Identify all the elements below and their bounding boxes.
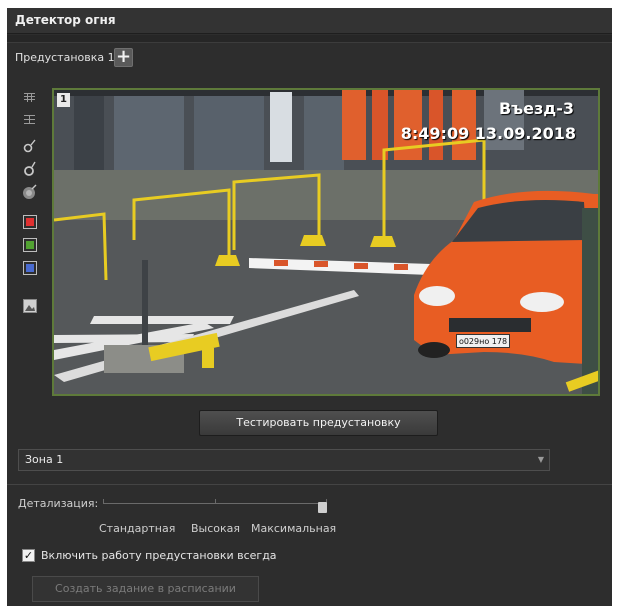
chevron-down-icon: ▼ (537, 455, 544, 464)
detail-slider-thumb[interactable] (318, 502, 327, 513)
polygon-draw-icon[interactable] (22, 161, 37, 176)
add-preset-button[interactable]: + (114, 48, 133, 67)
slider-tick (215, 499, 216, 503)
panel-title: Детектор огня (15, 13, 116, 27)
grid-small-icon[interactable] (22, 90, 37, 105)
detail-level-standard: Стандартная (99, 522, 176, 535)
detail-level-high: Высокая (191, 522, 241, 535)
detail-level-max: Максимальная (251, 522, 337, 535)
zone-select[interactable]: Зона 1 ▼ (18, 449, 550, 471)
camera-preview[interactable]: 1 Въезд-3 8:49:09 13.09.2018 о029но 178 (52, 88, 600, 396)
green-zone-icon[interactable] (22, 237, 37, 252)
camera-name: Въезд-3 (498, 99, 574, 118)
slider-tick (103, 499, 104, 503)
preset-label: Предустановка 1 (15, 51, 115, 64)
erase-icon[interactable] (22, 184, 37, 199)
always-on-checkbox[interactable]: ✓ (22, 549, 35, 562)
grid-large-icon[interactable] (22, 112, 37, 127)
red-zone-icon[interactable] (22, 214, 37, 229)
section-divider (7, 484, 612, 485)
plus-icon: + (115, 46, 132, 67)
camera-timestamp: 8:49:09 13.09.2018 (400, 124, 576, 143)
zone-select-value: Зона 1 (25, 453, 64, 466)
pencil-draw-icon[interactable] (22, 138, 37, 153)
always-on-label: Включить работу предустановки всегда (41, 549, 277, 562)
camera-number: 1 (57, 93, 70, 107)
create-schedule-button[interactable]: Создать задание в расписании (32, 576, 259, 602)
detail-label: Детализация: (18, 497, 99, 510)
blue-zone-icon[interactable] (22, 260, 37, 275)
panel-header: Детектор огня (7, 8, 612, 34)
license-plate: о029но 178 (456, 334, 510, 348)
detail-slider-track[interactable] (103, 499, 327, 504)
image-icon[interactable] (22, 298, 37, 313)
header-divider (7, 35, 612, 43)
fire-detector-panel: Детектор огня Предустановка 1 + 1 Въезд-… (7, 8, 612, 606)
test-preset-button[interactable]: Тестировать предустановку (199, 410, 438, 436)
